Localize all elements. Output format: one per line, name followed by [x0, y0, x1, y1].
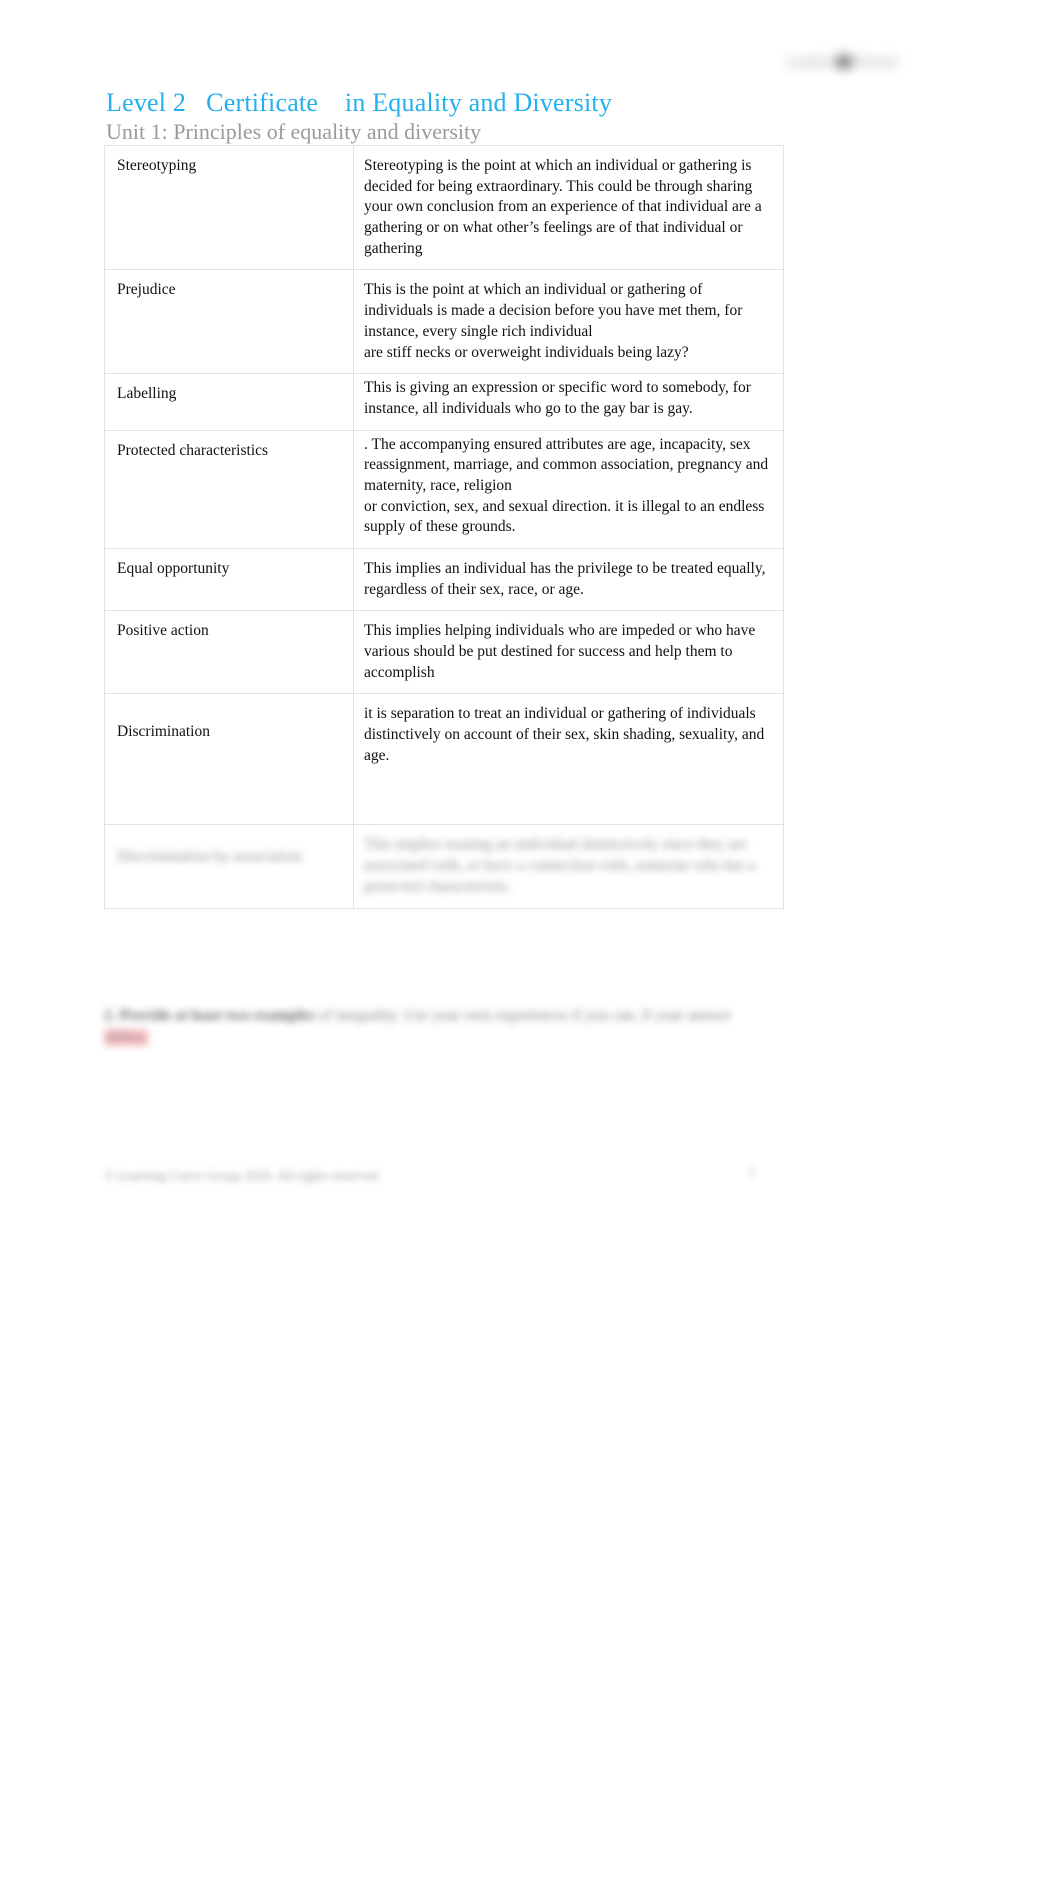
- term-cell: Discrimination by association: [117, 848, 303, 866]
- document-page: Learn Direct Level 2 Certificate in Equa…: [0, 0, 1062, 1902]
- definition-cell: it is separation to treat an individual …: [364, 705, 765, 764]
- task-label: 2. Provide at least two examples: [104, 1007, 315, 1024]
- page-subtitle: Unit 1: Principles of equality and diver…: [106, 119, 482, 144]
- definition-cell: This implies an individual has the privi…: [364, 560, 766, 598]
- definition-cell: This is giving an expression or specific…: [364, 379, 751, 417]
- definition-cell: This implies helping individuals who are…: [364, 622, 756, 681]
- table-row: Positive action This implies helping ind…: [104, 610, 784, 695]
- table-row: Discrimination it is separation to treat…: [104, 693, 784, 826]
- table-row: Prejudice This is the point at which an …: [104, 269, 784, 375]
- definition-cell: This implies treating an individual dist…: [364, 836, 756, 895]
- footer-copyright: © Learning Curve Group 2020. All rights …: [104, 1168, 381, 1183]
- task-text: of inequality. Use your own experiences …: [314, 1007, 732, 1024]
- table-row: Protected characteristics . The accompan…: [104, 429, 784, 550]
- task-question: 2. Provide at least two examples of ineq…: [104, 983, 764, 1049]
- table-row-redacted: Discrimination by association This impli…: [104, 824, 784, 909]
- definitions-table: Stereotyping Stereotyping is the point a…: [104, 144, 784, 909]
- term-cell: Equal opportunity: [117, 560, 230, 577]
- task-highlight: differs: [104, 1029, 149, 1046]
- term-cell: Prejudice: [117, 281, 176, 299]
- term-cell: Discrimination: [117, 723, 210, 741]
- table-row: Equal opportunity This implies an indivi…: [104, 547, 784, 612]
- footer-page-number: 2: [748, 1164, 755, 1179]
- term-cell: Labelling: [117, 385, 177, 403]
- definition-cell: This is the point at which an individual…: [364, 281, 743, 361]
- term-cell: Stereotyping: [117, 157, 197, 174]
- term-cell: Protected characteristics: [117, 441, 269, 459]
- circle-dot-icon: [836, 54, 852, 70]
- table-row: Stereotyping Stereotyping is the point a…: [104, 144, 784, 271]
- page-title: Level 2 Certificate in Equality and Dive…: [106, 88, 613, 117]
- company-logo: Learn Direct: [748, 44, 938, 84]
- definition-cell: Stereotyping is the point at which an in…: [364, 157, 762, 257]
- table-row: Labelling This is giving an expression o…: [104, 373, 784, 431]
- definition-cell: . The accompanying ensured attributes ar…: [364, 435, 769, 536]
- term-cell: Positive action: [117, 622, 209, 640]
